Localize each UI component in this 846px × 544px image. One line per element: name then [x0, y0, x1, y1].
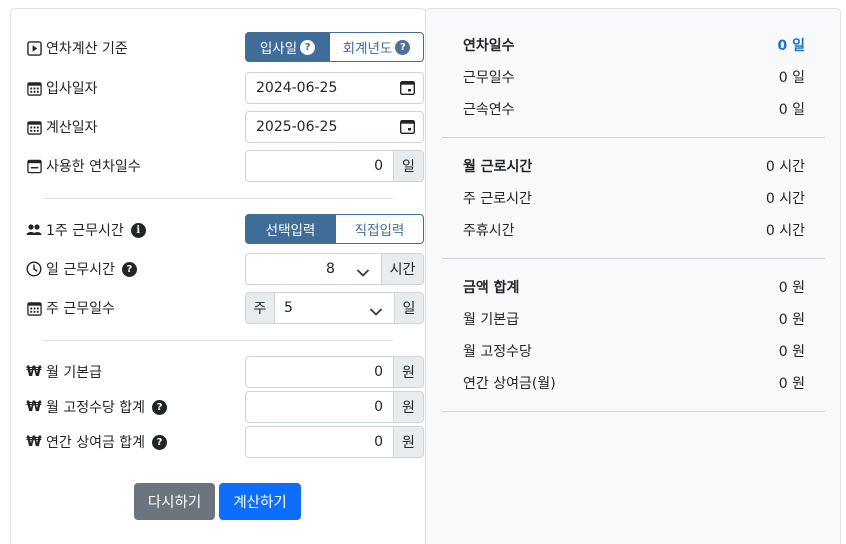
basis-label-group: 연차계산 기준 [26, 32, 128, 64]
weekly-hours-row: 1주 근무시간 i 선택입력 직접입력 [26, 214, 424, 246]
calculator-form-panel: 연차계산 기준 입사일? 회계년도? 입사일자 2024-06-25 계산일자 … [10, 8, 426, 544]
calc-date-input[interactable]: 2025-06-25 [245, 111, 424, 143]
result-weekly-hours: 주 근로시간 0 시간 [463, 191, 805, 207]
divider [442, 411, 825, 412]
monthly-base-label: 월 기본급 [46, 365, 102, 381]
daily-hours-select[interactable]: 8 [245, 253, 382, 285]
clock-icon [26, 261, 42, 277]
weekly-hours-option-select[interactable]: 선택입력 [245, 214, 336, 244]
divider [43, 198, 393, 199]
annual-bonus-row: ₩ 연간 상여금 합계 ? 0 원 [26, 426, 424, 458]
won-icon: ₩ [26, 434, 42, 450]
help-icon[interactable]: ? [121, 261, 137, 277]
calc-date-row: 계산일자 2025-06-25 [26, 111, 424, 143]
basis-row: 연차계산 기준 입사일? 회계년도? [26, 32, 424, 64]
divider [442, 137, 825, 138]
weekly-hours-option-direct[interactable]: 직접입력 [335, 214, 424, 244]
used-leave-label: 사용한 연차일수 [46, 159, 141, 175]
divider [43, 340, 393, 341]
monthly-allowance-label: 월 고정수당 합계 [46, 400, 146, 416]
daily-hours-label: 일 근무시간 [46, 262, 115, 278]
monthly-base-unit: 원 [393, 356, 424, 388]
result-monthly-base: 월 기본급 0 원 [463, 312, 805, 328]
monthly-allowance-input[interactable]: 0 [245, 391, 394, 423]
result-monthly-allowance: 월 고정수당 0 원 [463, 344, 805, 360]
used-leave-input[interactable]: 0 [245, 150, 394, 182]
monthly-base-row: ₩ 월 기본급 0 원 [26, 356, 424, 388]
used-leave-unit: 일 [393, 150, 424, 182]
result-work-days: 근무일수 0 일 [463, 70, 805, 86]
result-weekly-rest: 주휴시간 0 시간 [463, 223, 805, 239]
annual-bonus-label: 연간 상여금 합계 [46, 435, 146, 451]
won-icon: ₩ [26, 364, 42, 380]
help-icon[interactable]: ? [152, 434, 168, 450]
monthly-base-input[interactable]: 0 [245, 356, 394, 388]
basis-toggle: 입사일? 회계년도? [245, 32, 424, 64]
monthly-allowance-row: ₩ 월 고정수당 합계 ? 0 원 [26, 391, 424, 423]
result-monthly-hours: 월 근로시간 0 시간 [463, 159, 805, 175]
chevron-down-icon [357, 265, 369, 281]
weekly-days-prefix: 주 [245, 292, 275, 324]
help-icon[interactable]: ? [395, 39, 411, 55]
hire-date-input[interactable]: 2024-06-25 [245, 72, 424, 104]
result-leave-days: 연차일수 0 일 [463, 38, 805, 54]
calc-date-label: 계산일자 [46, 120, 98, 136]
won-icon: ₩ [26, 399, 42, 415]
calendar-picker-icon[interactable] [399, 119, 416, 138]
help-icon[interactable]: ? [152, 399, 168, 415]
weekly-days-row: 주 근무일수 주 5 일 [26, 292, 424, 324]
calendar-icon [26, 80, 42, 96]
info-icon[interactable]: i [130, 222, 146, 238]
minus-box-icon [26, 158, 42, 174]
help-icon[interactable]: ? [300, 39, 316, 55]
annual-bonus-input[interactable]: 0 [245, 426, 394, 458]
calendar-picker-icon[interactable] [399, 80, 416, 99]
monthly-allowance-unit: 원 [393, 391, 424, 423]
result-service-years: 근속연수 0 일 [463, 102, 805, 118]
daily-hours-unit: 시간 [381, 253, 424, 285]
basis-label: 연차계산 기준 [46, 41, 128, 57]
basis-option-hire[interactable]: 입사일? [245, 32, 330, 62]
weekly-days-label: 주 근무일수 [46, 301, 115, 317]
weekly-hours-toggle: 선택입력 직접입력 [245, 214, 424, 246]
result-total-amount: 금액 합계 0 원 [463, 280, 805, 296]
calendar-icon [26, 300, 42, 316]
weekly-days-select[interactable]: 5 [274, 292, 395, 324]
weekly-days-unit: 일 [394, 292, 424, 324]
divider [442, 258, 825, 259]
calculate-button[interactable]: 계산하기 [219, 483, 301, 520]
used-leave-row: 사용한 연차일수 0 일 [26, 150, 424, 182]
reset-button[interactable]: 다시하기 [134, 483, 215, 520]
calendar-icon [26, 119, 42, 135]
chevron-down-icon [370, 304, 382, 320]
basis-option-fiscal[interactable]: 회계년도? [329, 32, 424, 62]
hire-date-label: 입사일자 [46, 81, 98, 97]
weekly-hours-label: 1주 근무시간 [46, 223, 124, 239]
daily-hours-row: 일 근무시간 ? 8 시간 [26, 253, 424, 285]
hire-date-row: 입사일자 2024-06-25 [26, 72, 424, 104]
play-icon [26, 40, 42, 56]
result-annual-bonus: 연간 상여금(월) 0 원 [463, 376, 805, 392]
annual-bonus-unit: 원 [393, 426, 424, 458]
result-panel: 연차일수 0 일 근무일수 0 일 근속연수 0 일 월 근로시간 0 시간 주… [425, 8, 841, 544]
people-icon [26, 222, 42, 238]
